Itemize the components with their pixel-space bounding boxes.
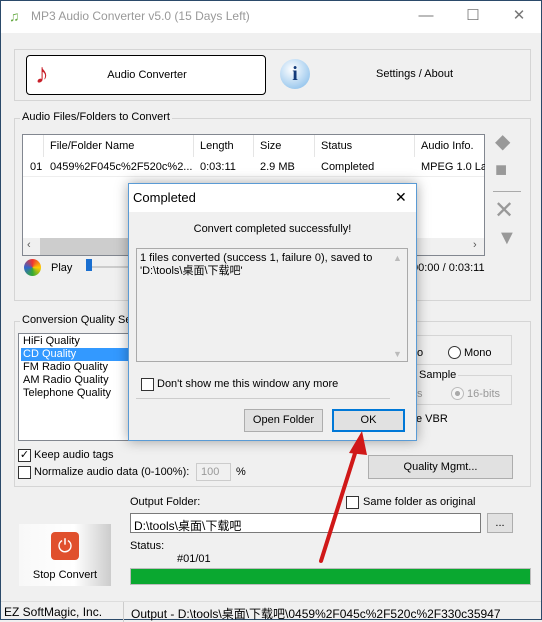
annotation-arrow	[319, 431, 367, 563]
